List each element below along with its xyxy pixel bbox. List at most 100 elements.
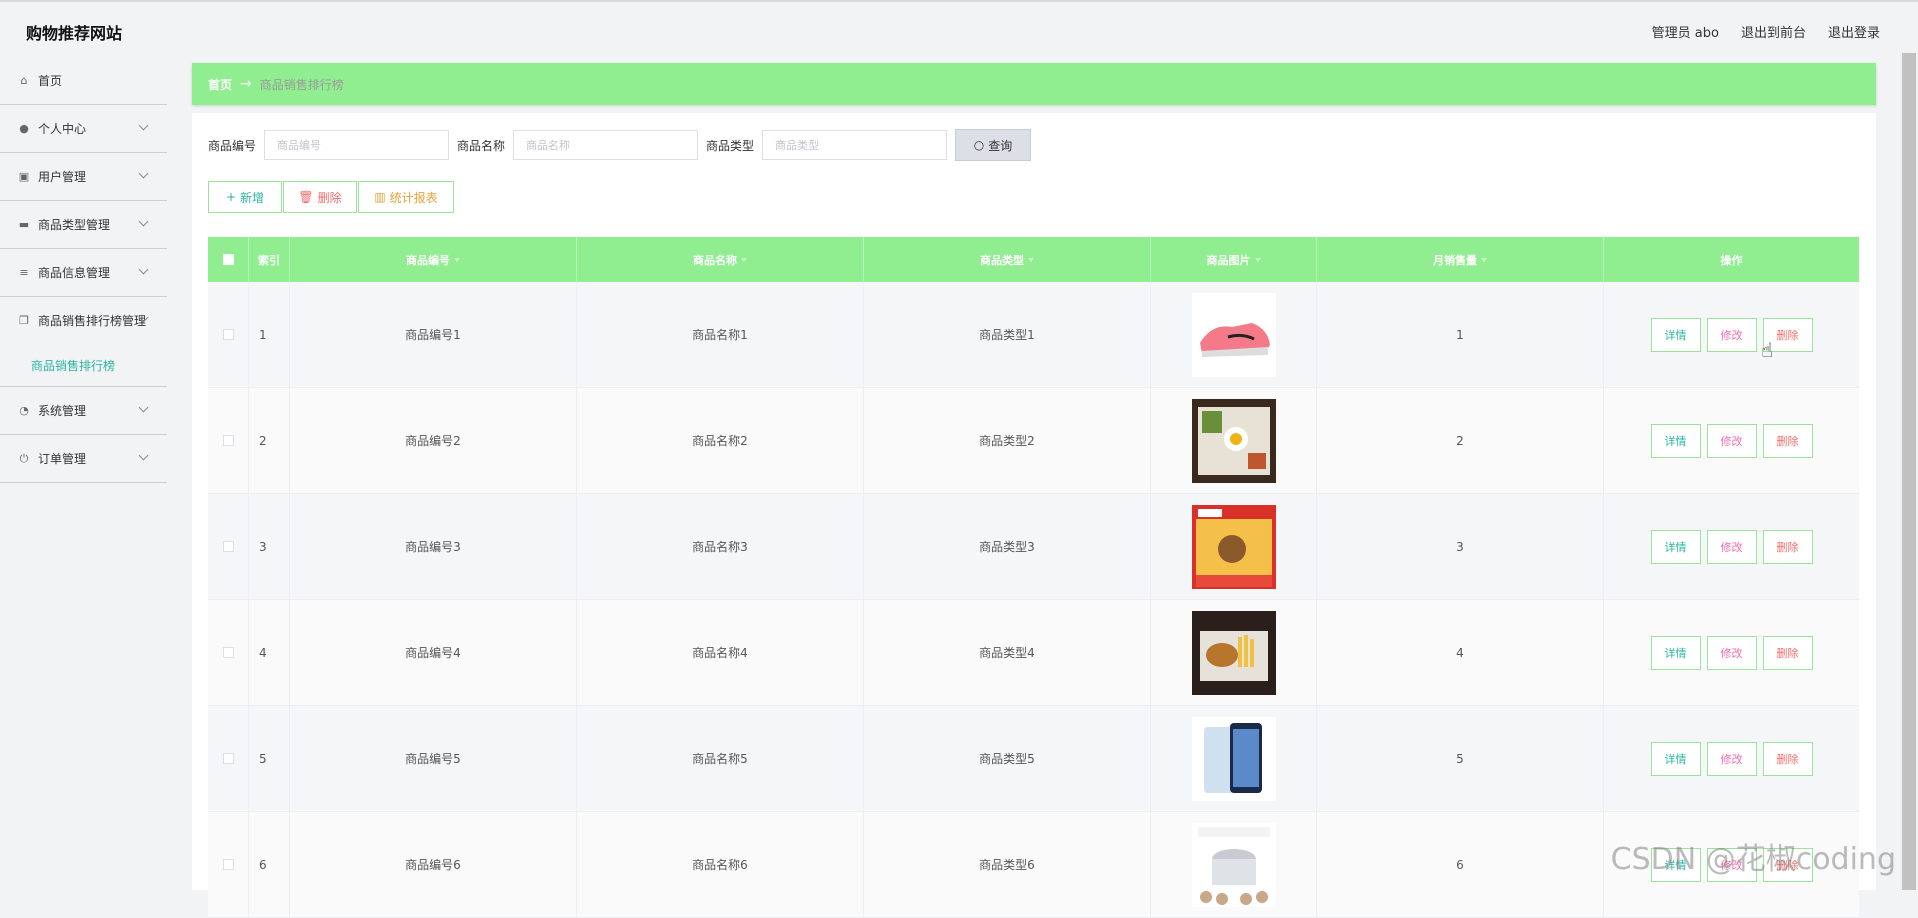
- row-checkbox[interactable]: [222, 541, 234, 552]
- header-image[interactable]: 商品图片: [1151, 237, 1317, 282]
- sidebar-item-label: 个人中心: [38, 122, 87, 136]
- edit-button[interactable]: 修改: [1706, 423, 1757, 458]
- row-checkbox[interactable]: [222, 753, 234, 764]
- to-frontend-link[interactable]: 退出到前台: [1741, 22, 1806, 41]
- cell-image: [1151, 494, 1317, 599]
- trash-icon: 🗑: [298, 190, 314, 204]
- sidebar-subitem-sales-ranking[interactable]: 商品销售排行榜: [0, 344, 167, 387]
- search-label-type: 商品类型: [706, 138, 755, 153]
- cell-actions: 详情 修改 删除: [1604, 282, 1859, 387]
- action-buttons: + 新增 🗑 删除 ▥ 统计报表: [208, 181, 454, 213]
- scrollbar-thumb[interactable]: [1902, 53, 1916, 890]
- sidebar-item-user-management[interactable]: ▣ 用户管理: [0, 153, 167, 201]
- cell-name: 商品名称3: [577, 494, 864, 599]
- sidebar-item-label: 首页: [38, 74, 63, 88]
- table-body: 1 商品编号1 商品名称1 商品类型1 1 详情 修改 删除 2 商品编号2 商品名称2 商品类型2 2…: [208, 282, 1859, 918]
- arrow-right-icon: →: [240, 76, 252, 92]
- main-content: 首页 → 商品销售排行榜 商品编号 商品编号 商品名称 商品名称 商品类型 商品…: [176, 57, 1886, 918]
- search-label-name: 商品名称: [457, 138, 506, 153]
- detail-button[interactable]: 详情: [1650, 635, 1701, 670]
- delete-button-label: 删除: [317, 190, 342, 205]
- delete-button[interactable]: 删除: [1762, 529, 1813, 564]
- header-label: 商品图片: [1206, 253, 1251, 267]
- header-actions: 操作: [1720, 253, 1743, 267]
- rice-cooker-image: [1191, 822, 1276, 907]
- delete-button[interactable]: 删除: [1762, 741, 1813, 776]
- admin-label: 管理员 abo: [1651, 26, 1719, 41]
- logout-link[interactable]: 退出登录: [1828, 22, 1880, 41]
- user-icon: ●: [19, 121, 29, 135]
- breadcrumb-home[interactable]: 首页: [208, 76, 232, 93]
- detail-button[interactable]: 详情: [1650, 423, 1701, 458]
- row-select-cell: [208, 706, 249, 811]
- delete-button[interactable]: 删除: [1762, 423, 1813, 458]
- burger-fries-image: [1191, 610, 1276, 695]
- sidebar-item-product-info-management[interactable]: ≡ 商品信息管理: [0, 249, 167, 297]
- cell-sales: 3: [1317, 494, 1604, 599]
- row-select-cell: [208, 812, 249, 917]
- row-select-cell: [208, 494, 249, 599]
- edit-button[interactable]: 修改: [1706, 635, 1757, 670]
- header-label: 商品类型: [980, 253, 1024, 267]
- sidebar-item-order-management[interactable]: ⏻ 订单管理: [0, 435, 167, 483]
- detail-button[interactable]: 详情: [1650, 317, 1701, 352]
- cell-type: 商品类型3: [864, 494, 1151, 599]
- sidebar-item-label: 商品类型管理: [38, 218, 111, 232]
- cell-name: 商品名称1: [577, 282, 864, 387]
- header-name[interactable]: 商品名称: [577, 237, 864, 282]
- cell-index: 4: [249, 600, 290, 705]
- sidebar-item-home[interactable]: ⌂ 首页: [0, 57, 167, 105]
- sort-icon: [1028, 257, 1034, 262]
- row-checkbox[interactable]: [222, 329, 234, 340]
- snack-box-image: [1191, 504, 1276, 589]
- cell-code: 商品编号4: [290, 600, 577, 705]
- sidebar-item-sales-ranking-management[interactable]: ❐ 商品销售排行榜管理: [0, 297, 167, 344]
- table-header: 索引 商品编号 商品名称 商品类型 商品图片 月销售量 操作: [208, 237, 1859, 282]
- watermark: CSDN @花椒coding: [1610, 842, 1896, 877]
- sort-icon: [1481, 257, 1487, 262]
- cell-actions: 详情 修改 删除: [1604, 388, 1859, 493]
- top-right-links: 管理员 abo 退出到前台 退出登录: [1652, 22, 1880, 41]
- delete-button[interactable]: 删除: [1762, 635, 1813, 670]
- header-label: 商品编号: [406, 253, 450, 267]
- cell-code: 商品编号5: [290, 706, 577, 811]
- header-code[interactable]: 商品编号: [290, 237, 577, 282]
- stats-report-button[interactable]: ▥ 统计报表: [358, 181, 454, 213]
- home-icon: ⌂: [20, 73, 28, 87]
- row-checkbox[interactable]: [222, 859, 234, 870]
- smartphone-image: [1191, 716, 1276, 801]
- product-table: 索引 商品编号 商品名称 商品类型 商品图片 月销售量 操作 1 商品编号1 商品名…: [208, 237, 1859, 918]
- row-checkbox[interactable]: [222, 435, 234, 446]
- cell-index: 3: [249, 494, 290, 599]
- query-button[interactable]: ○ 查询: [955, 129, 1032, 161]
- pointer-cursor-icon: ☝: [1761, 338, 1774, 362]
- cell-index: 1: [249, 282, 290, 387]
- sneaker-image: [1191, 292, 1276, 377]
- row-select-cell: [208, 282, 249, 387]
- sidebar-item-system-management[interactable]: ◔ 系统管理: [0, 387, 167, 435]
- cell-type: 商品类型5: [864, 706, 1151, 811]
- edit-button[interactable]: 修改: [1706, 317, 1757, 352]
- edit-button[interactable]: 修改: [1706, 529, 1757, 564]
- detail-button[interactable]: 详情: [1650, 741, 1701, 776]
- sidebar-item-product-type-management[interactable]: ▬ 商品类型管理: [0, 201, 167, 249]
- add-button[interactable]: + 新增: [208, 181, 282, 213]
- select-all-checkbox[interactable]: [222, 254, 234, 265]
- sidebar: ⌂ 首页 ● 个人中心 ▣ 用户管理 ▬ 商品类型管理 ≡ 商品信息管理 ❐ 商…: [0, 57, 167, 890]
- header-sales[interactable]: 月销售量: [1317, 237, 1604, 282]
- product-code-input[interactable]: 商品编号: [264, 130, 450, 160]
- header-type[interactable]: 商品类型: [864, 237, 1151, 282]
- select-all-cell: [208, 237, 249, 282]
- cell-type: 商品类型4: [864, 600, 1151, 705]
- sidebar-item-personal-center[interactable]: ● 个人中心: [0, 105, 167, 153]
- detail-button[interactable]: 详情: [1650, 529, 1701, 564]
- edit-button[interactable]: 修改: [1706, 741, 1757, 776]
- sort-icon: [454, 257, 460, 262]
- product-type-input[interactable]: 商品类型: [762, 130, 948, 160]
- page-scrollbar[interactable]: [1900, 53, 1918, 890]
- bulk-delete-button[interactable]: 🗑 删除: [283, 181, 357, 213]
- product-name-input[interactable]: 商品名称: [513, 130, 699, 160]
- cell-name: 商品名称4: [577, 600, 864, 705]
- table-row: 1 商品编号1 商品名称1 商品类型1 1 详情 修改 删除: [208, 282, 1859, 388]
- row-checkbox[interactable]: [222, 647, 234, 658]
